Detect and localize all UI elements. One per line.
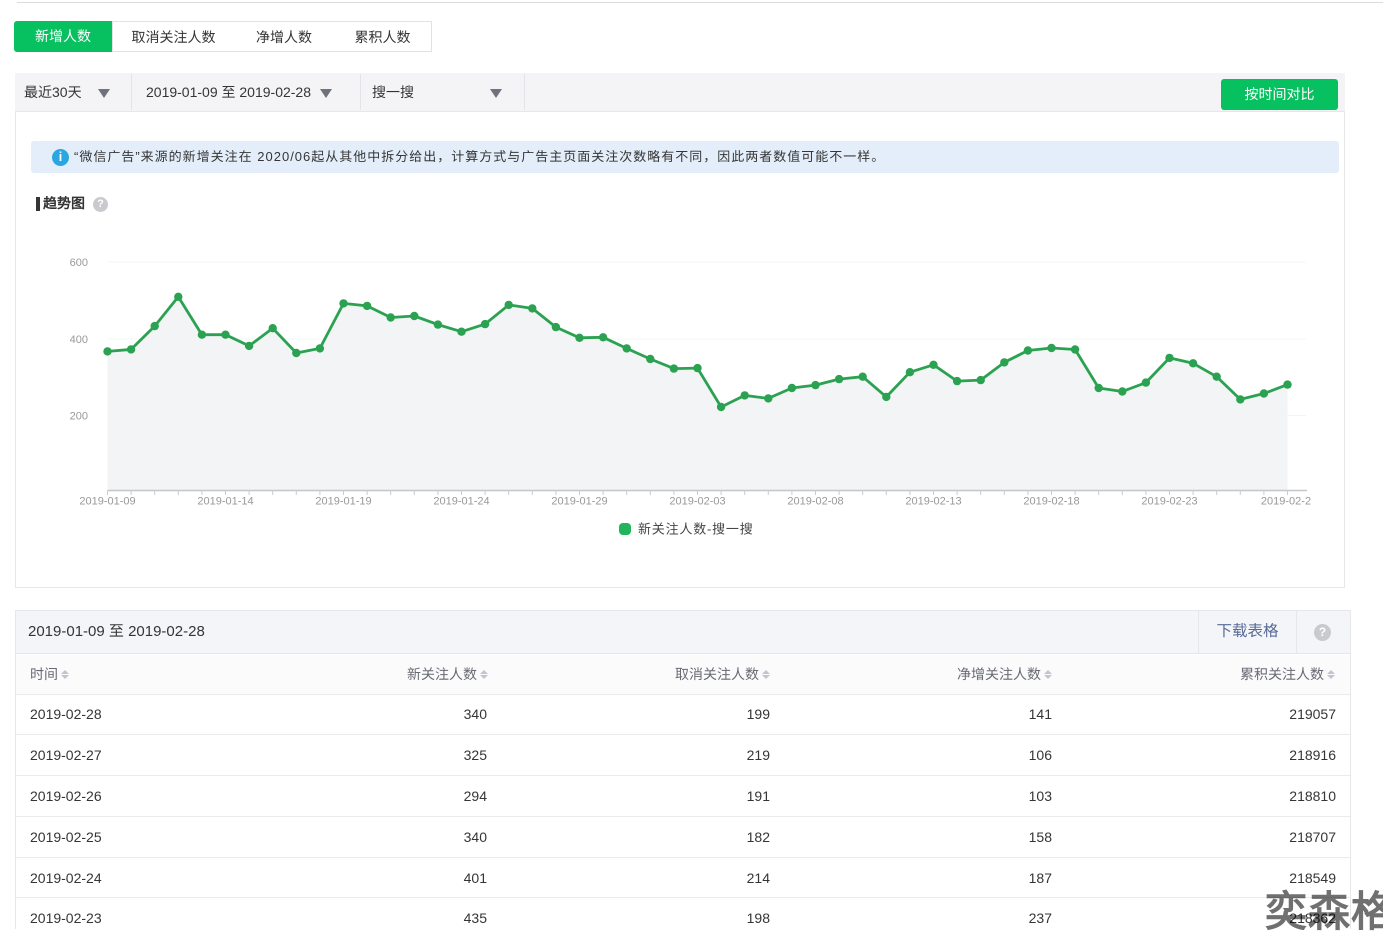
svg-text:新关注人数-搜一搜: 新关注人数-搜一搜 [638, 522, 754, 537]
svg-text:2019-01-19: 2019-01-19 [315, 496, 371, 508]
svg-text:2019-01-09: 2019-01-09 [79, 496, 135, 508]
svg-text:2019-02-23: 2019-02-23 [1141, 496, 1197, 508]
svg-text:2019-02-08: 2019-02-08 [787, 496, 843, 508]
svg-text:400: 400 [70, 334, 88, 346]
svg-text:2019-01-14: 2019-01-14 [197, 496, 253, 508]
svg-text:2019-02-2: 2019-02-2 [1261, 496, 1311, 508]
svg-text:2019-02-03: 2019-02-03 [669, 496, 725, 508]
svg-text:2019-01-29: 2019-01-29 [551, 496, 607, 508]
svg-text:600: 600 [70, 257, 88, 269]
svg-text:2019-02-13: 2019-02-13 [905, 496, 961, 508]
svg-text:2019-02-18: 2019-02-18 [1023, 496, 1079, 508]
svg-text:200: 200 [70, 411, 88, 423]
svg-text:2019-01-24: 2019-01-24 [433, 496, 489, 508]
